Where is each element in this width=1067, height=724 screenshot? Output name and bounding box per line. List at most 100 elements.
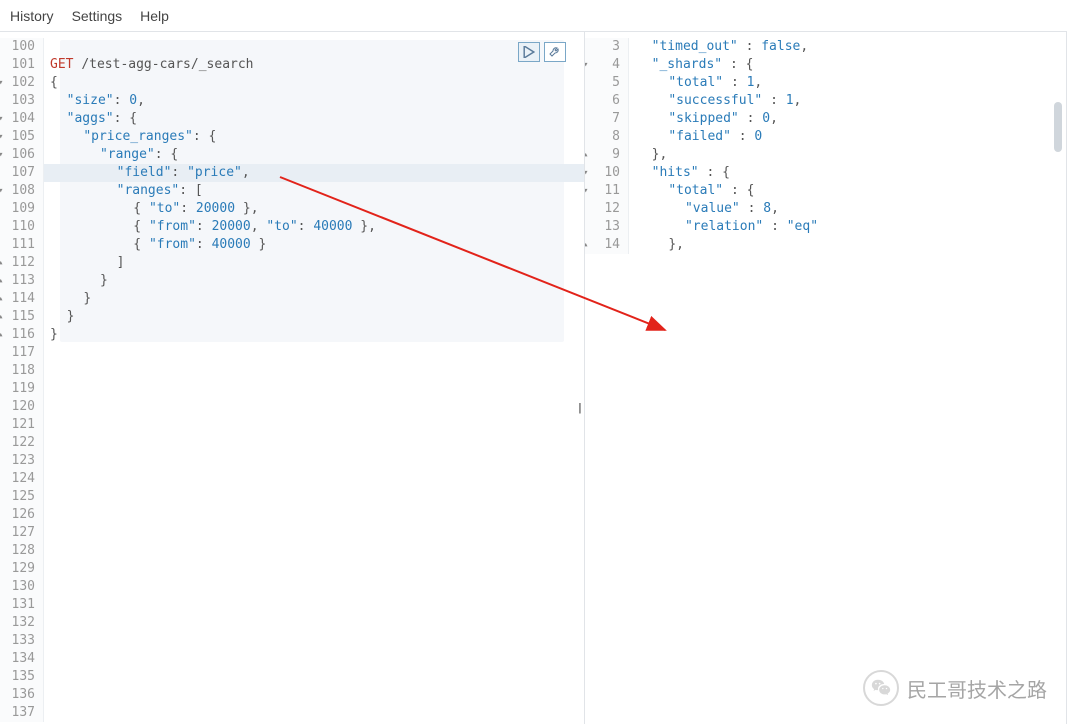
line-number: ▴14 [585, 236, 629, 254]
line-number: 100 [0, 38, 44, 56]
code-text: "successful" : 1, [629, 92, 801, 110]
menu-help[interactable]: Help [140, 8, 169, 24]
line-number: ▴112 [0, 254, 44, 272]
code-line[interactable]: 7 "skipped" : 0, [585, 110, 1066, 128]
code-line[interactable]: 137 [0, 704, 584, 722]
code-line[interactable]: 132 [0, 614, 584, 632]
code-line[interactable]: 111 { "from": 40000 } [0, 236, 584, 254]
line-number: 128 [0, 542, 44, 560]
code-line[interactable]: ▾105 "price_ranges": { [0, 128, 584, 146]
run-button[interactable] [518, 42, 540, 62]
line-number: 127 [0, 524, 44, 542]
code-line[interactable]: ▴116} [0, 326, 584, 344]
line-number: 5 [585, 74, 629, 92]
code-line[interactable]: 101GET /test-agg-cars/_search [0, 56, 584, 74]
code-text: { "from": 20000, "to": 40000 }, [44, 218, 376, 236]
wechat-icon [863, 670, 899, 706]
line-number: ▴116 [0, 326, 44, 344]
code-line[interactable]: 107 "field": "price", [0, 164, 584, 182]
code-line[interactable]: 120 [0, 398, 584, 416]
code-text: "aggs": { [44, 110, 137, 128]
code-line[interactable]: 129 [0, 560, 584, 578]
code-text: }, [629, 236, 684, 254]
line-number: 131 [0, 596, 44, 614]
code-line[interactable]: 119 [0, 380, 584, 398]
wrench-icon [549, 46, 561, 58]
code-text: "hits" : { [629, 164, 730, 182]
line-number: 129 [0, 560, 44, 578]
line-number: 12 [585, 200, 629, 218]
code-line[interactable]: ▾10 "hits" : { [585, 164, 1066, 182]
code-line[interactable]: 124 [0, 470, 584, 488]
code-line[interactable]: 123 [0, 452, 584, 470]
line-number: ▾4 [585, 56, 629, 74]
code-line[interactable]: 133 [0, 632, 584, 650]
code-line[interactable]: 109 { "to": 20000 }, [0, 200, 584, 218]
line-number: 109 [0, 200, 44, 218]
code-line[interactable]: ▴112 ] [0, 254, 584, 272]
line-number: 123 [0, 452, 44, 470]
code-line[interactable]: ▾104 "aggs": { [0, 110, 584, 128]
code-line[interactable]: 12 "value" : 8, [585, 200, 1066, 218]
code-line[interactable]: 110 { "from": 20000, "to": 40000 }, [0, 218, 584, 236]
code-line[interactable]: ▾106 "range": { [0, 146, 584, 164]
response-editor[interactable]: 3 "timed_out" : false,▾4 "_shards" : {5 … [585, 32, 1066, 254]
line-number: 124 [0, 470, 44, 488]
menu-settings[interactable]: Settings [72, 8, 123, 24]
code-line[interactable]: 5 "total" : 1, [585, 74, 1066, 92]
line-number: 135 [0, 668, 44, 686]
code-line[interactable]: ▾4 "_shards" : { [585, 56, 1066, 74]
code-line[interactable]: ▴14 }, [585, 236, 1066, 254]
code-text: "value" : 8, [629, 200, 779, 218]
code-text: }, [629, 146, 667, 164]
code-line[interactable]: 8 "failed" : 0 [585, 128, 1066, 146]
code-line[interactable]: 118 [0, 362, 584, 380]
code-line[interactable]: ▾102{ [0, 74, 584, 92]
code-line[interactable]: 117 [0, 344, 584, 362]
code-text: ] [44, 254, 124, 272]
code-text: "price_ranges": { [44, 128, 216, 146]
code-text: } [44, 272, 108, 290]
menu-history[interactable]: History [10, 8, 54, 24]
request-editor[interactable]: 100101GET /test-agg-cars/_search▾102{103… [0, 32, 584, 722]
code-text: "skipped" : 0, [629, 110, 778, 128]
code-text: "total" : { [629, 182, 754, 200]
code-line[interactable]: 122 [0, 434, 584, 452]
code-text: "range": { [44, 146, 178, 164]
code-line[interactable]: 13 "relation" : "eq" [585, 218, 1066, 236]
code-text: } [44, 326, 58, 344]
code-line[interactable]: 127 [0, 524, 584, 542]
code-line[interactable]: 128 [0, 542, 584, 560]
code-line[interactable]: 126 [0, 506, 584, 524]
code-line[interactable]: 121 [0, 416, 584, 434]
line-number: 120 [0, 398, 44, 416]
line-number: ▴115 [0, 308, 44, 326]
code-line[interactable]: ▾11 "total" : { [585, 182, 1066, 200]
tools-button[interactable] [544, 42, 566, 62]
line-number: 125 [0, 488, 44, 506]
code-line[interactable]: 103 "size": 0, [0, 92, 584, 110]
code-line[interactable]: ▴9 }, [585, 146, 1066, 164]
code-line[interactable]: ▾108 "ranges": [ [0, 182, 584, 200]
line-number: ▾10 [585, 164, 629, 182]
pane-splitter[interactable]: || [578, 402, 580, 414]
code-line[interactable]: ▴114 } [0, 290, 584, 308]
code-line[interactable]: 3 "timed_out" : false, [585, 38, 1066, 56]
code-line[interactable]: 125 [0, 488, 584, 506]
line-number: ▾108 [0, 182, 44, 200]
code-line[interactable]: 136 [0, 686, 584, 704]
code-line[interactable]: 134 [0, 650, 584, 668]
code-text: } [44, 290, 91, 308]
code-line[interactable]: 130 [0, 578, 584, 596]
line-number: ▾11 [585, 182, 629, 200]
code-line[interactable]: 135 [0, 668, 584, 686]
code-line[interactable]: ▴113 } [0, 272, 584, 290]
code-line[interactable]: ▴115 } [0, 308, 584, 326]
line-number: 133 [0, 632, 44, 650]
code-text: "ranges": [ [44, 182, 203, 200]
code-line[interactable]: 100 [0, 38, 584, 56]
code-line[interactable]: 6 "successful" : 1, [585, 92, 1066, 110]
line-number: 13 [585, 218, 629, 236]
line-number: 119 [0, 380, 44, 398]
code-line[interactable]: 131 [0, 596, 584, 614]
